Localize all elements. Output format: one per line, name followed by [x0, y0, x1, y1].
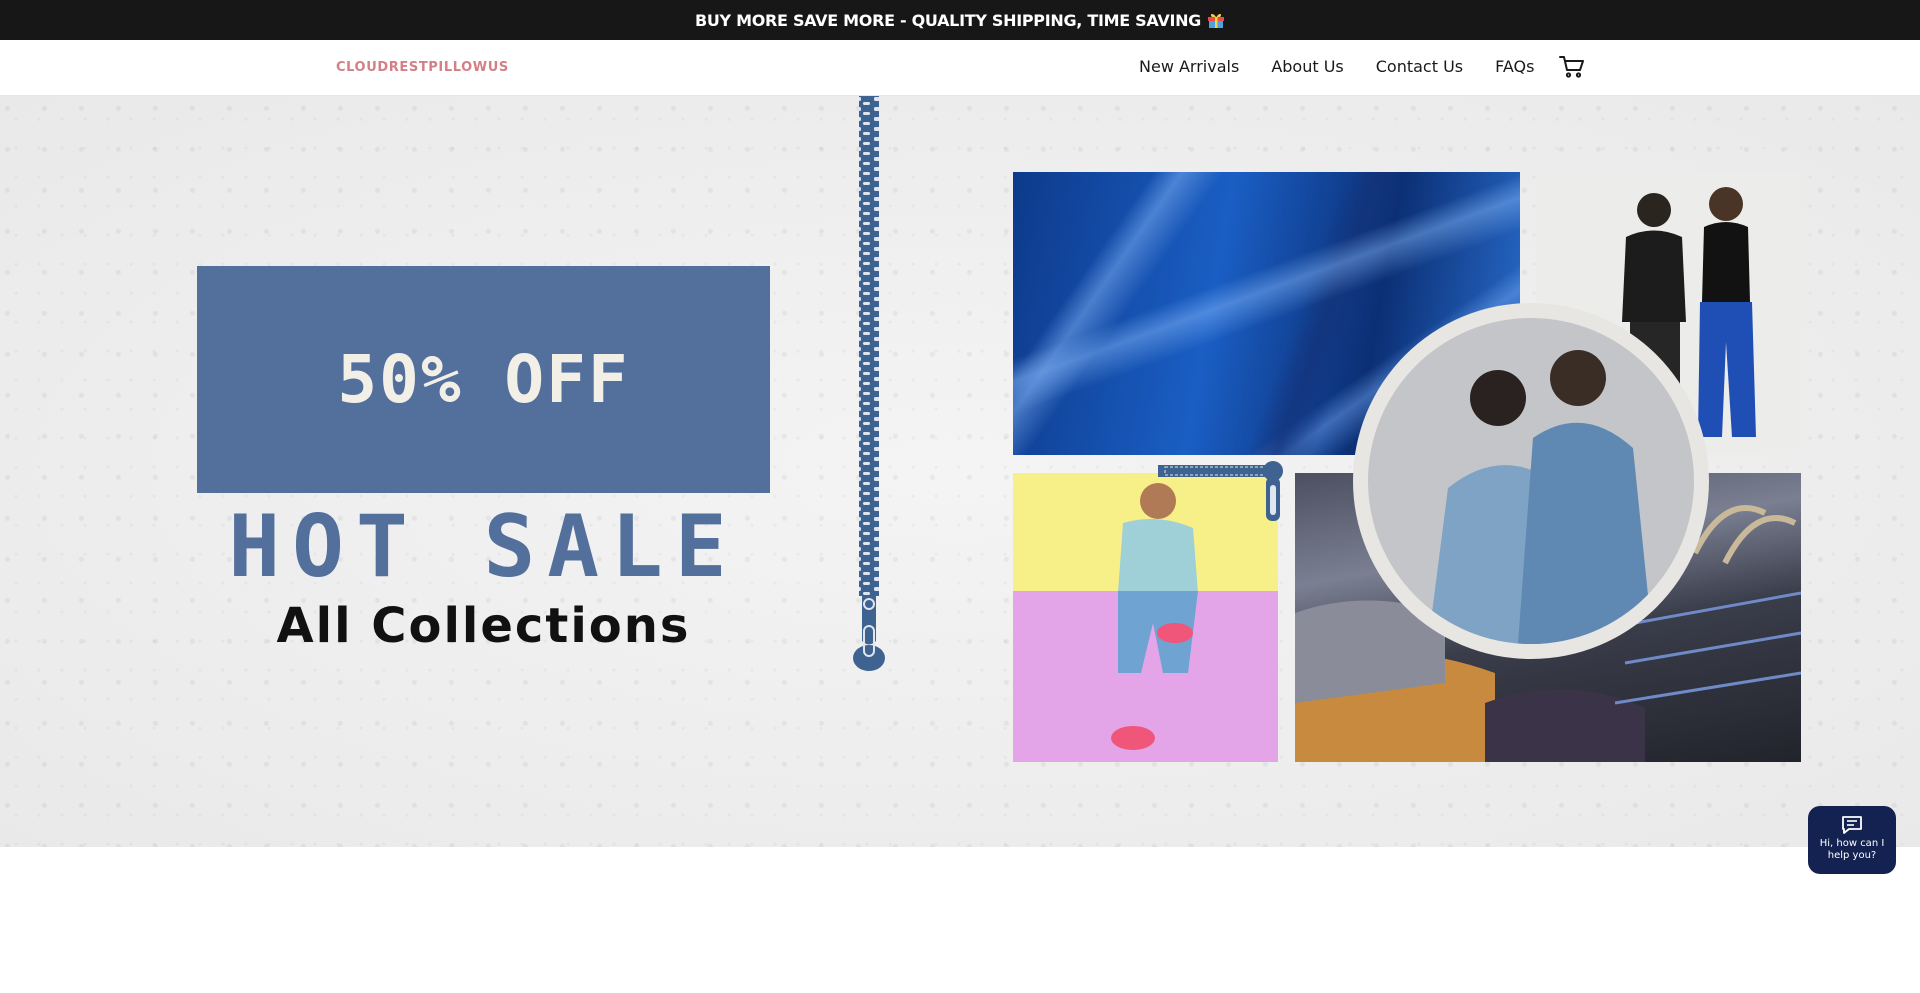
site-header: CLOUDRESTPILLOWUS New Arrivals About Us …	[0, 40, 1920, 96]
nav-faqs[interactable]: FAQs	[1495, 57, 1534, 76]
site-logo[interactable]: CLOUDRESTPILLOWUS	[336, 60, 509, 75]
announcement-bar: BUY MORE SAVE MORE - QUALITY SHIPPING, T…	[0, 0, 1920, 40]
zipper-decoration	[852, 96, 886, 676]
chat-icon	[1842, 816, 1862, 834]
cart-icon[interactable]	[1559, 55, 1585, 79]
chat-widget-button[interactable]: Hi, how can I help you?	[1808, 806, 1896, 874]
announcement-text: BUY MORE SAVE MORE - QUALITY SHIPPING, T…	[694, 10, 1202, 30]
hero-subheadline: All Collections	[276, 598, 691, 654]
discount-box: 50% OFF	[197, 266, 770, 493]
denim-models-image	[1353, 303, 1709, 659]
nav-new-arrivals[interactable]: New Arrivals	[1139, 57, 1239, 76]
nav-about-us[interactable]: About Us	[1271, 57, 1343, 76]
discount-text: 50% OFF	[337, 341, 630, 418]
zipper-accent	[1158, 461, 1283, 521]
main-nav: New Arrivals About Us Contact Us FAQs	[1139, 57, 1566, 76]
hero-banner[interactable]: 50% OFF HOT SALE All Collections	[0, 96, 1920, 847]
nav-contact-us[interactable]: Contact Us	[1376, 57, 1463, 76]
product-collage	[1013, 172, 1801, 762]
hero-headline: HOT SALE	[228, 497, 739, 597]
chat-prompt-text: Hi, how can I help you?	[1819, 838, 1885, 861]
gift-icon	[1207, 11, 1225, 29]
